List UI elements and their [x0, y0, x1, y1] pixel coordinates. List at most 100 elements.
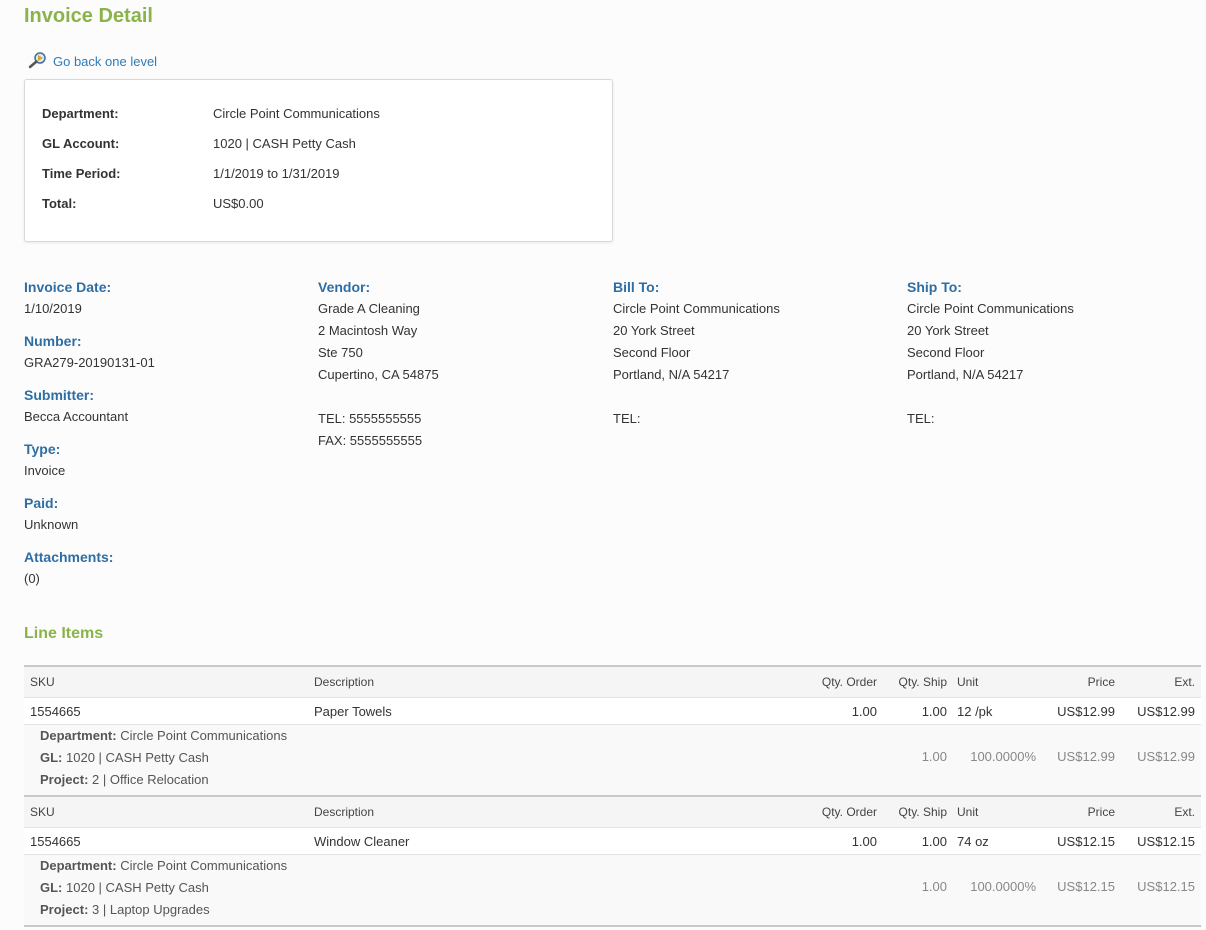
type-label: Type: [24, 441, 61, 457]
alloc-qty: 1.00 [921, 879, 947, 894]
ship-to-label: Ship To: [907, 279, 962, 295]
line-items-title: Line Items [24, 625, 104, 642]
alloc-percent: 100.0000% [970, 879, 1036, 894]
go-back-link[interactable]: Go back one level [28, 51, 157, 72]
header-sku: SKU [30, 805, 55, 819]
cell-qty-ship: 1.00 [921, 833, 947, 849]
table-header: SKU Description Qty. Order Qty. Ship Uni… [24, 795, 1201, 827]
cell-qty-ship: 1.00 [921, 703, 947, 719]
bill-to-address-line: Portland, N/A 54217 [613, 367, 730, 382]
alloc-label: Project: [40, 772, 89, 787]
ship-to-address-line: Portland, N/A 54217 [907, 367, 1024, 382]
summary-label: Time Period: [42, 165, 121, 181]
alloc-value: 1020 | CASH Petty Cash [66, 880, 209, 895]
table-bottom-border [24, 925, 1201, 927]
summary-value: 1020 | CASH Petty Cash [213, 135, 356, 151]
vendor-address-line: 2 Macintosh Way [318, 323, 418, 338]
vendor-info: Vendor: Grade A Cleaning 2 Macintosh Way… [318, 276, 598, 452]
paid-label: Paid: [24, 495, 59, 511]
header-qty-order: Qty. Order [821, 675, 877, 689]
cell-unit: 74 oz [957, 833, 989, 849]
alloc-value: Circle Point Communications [120, 728, 288, 743]
allocation-detail: Department: Circle Point Communications … [24, 724, 1201, 795]
cell-qty-order: 1.00 [851, 833, 877, 849]
type-value: Invoice [24, 463, 66, 478]
alloc-project: Project: 2 | Office Relocation [40, 772, 209, 787]
alloc-qty: 1.00 [921, 749, 947, 764]
summary-row-department: Department: Circle Point Communications [42, 103, 380, 123]
vendor-fax: FAX: 5555555555 [318, 433, 423, 448]
summary-value: US$0.00 [213, 195, 264, 211]
bill-to-tel: TEL: [613, 411, 641, 426]
alloc-label: Department: [40, 728, 117, 743]
alloc-ext: US$12.99 [1137, 749, 1195, 764]
ship-to-address-line: 20 York Street [907, 323, 989, 338]
summary-label: Department: [42, 105, 119, 121]
header-description: Description [314, 675, 375, 689]
ship-to-info: Ship To: Circle Point Communications 20 … [907, 276, 1187, 430]
bill-to-name: Circle Point Communications [613, 301, 780, 316]
summary-value: Circle Point Communications [213, 105, 380, 121]
header-description: Description [314, 805, 375, 819]
cell-unit: 12 /pk [957, 703, 993, 719]
allocation-detail: Department: Circle Point Communications … [24, 854, 1201, 925]
summary-row-time-period: Time Period: 1/1/2019 to 1/31/2019 [42, 163, 340, 183]
ship-to-name: Circle Point Communications [907, 301, 1074, 316]
invoice-date-value: 1/10/2019 [24, 301, 82, 316]
alloc-price: US$12.15 [1057, 879, 1115, 894]
attachments-label: Attachments: [24, 549, 114, 565]
line-items-table: SKU Description Qty. Order Qty. Ship Uni… [24, 665, 1201, 927]
cell-qty-order: 1.00 [851, 703, 877, 719]
cell-description: Paper Towels [314, 703, 392, 719]
alloc-value: 1020 | CASH Petty Cash [66, 750, 209, 765]
cell-price: US$12.99 [1057, 703, 1115, 719]
ship-to-address-line: Second Floor [907, 345, 985, 360]
alloc-project: Project: 3 | Laptop Upgrades [40, 902, 210, 917]
number-label: Number: [24, 333, 82, 349]
alloc-department: Department: Circle Point Communications [40, 728, 287, 743]
summary-row-gl-account: GL Account: 1020 | CASH Petty Cash [42, 133, 356, 153]
alloc-value: Circle Point Communications [120, 858, 288, 873]
header-unit: Unit [957, 675, 979, 689]
bill-to-label: Bill To: [613, 279, 660, 295]
cell-description: Window Cleaner [314, 833, 410, 849]
summary-box: Department: Circle Point Communications … [24, 79, 613, 242]
header-ext: Ext. [1174, 675, 1195, 689]
vendor-label: Vendor: [318, 279, 371, 295]
number-value: GRA279-20190131-01 [24, 355, 155, 370]
cell-price: US$12.15 [1057, 833, 1115, 849]
header-unit: Unit [957, 805, 979, 819]
vendor-address-line: Ste 750 [318, 345, 363, 360]
alloc-label: GL: [40, 750, 63, 765]
page-title: Invoice Detail [24, 5, 153, 27]
header-qty-ship: Qty. Ship [898, 805, 947, 819]
alloc-gl: GL: 1020 | CASH Petty Cash [40, 750, 209, 765]
header-price: Price [1087, 675, 1115, 689]
alloc-value: 3 | Laptop Upgrades [92, 902, 210, 917]
table-row: 1554665 Window Cleaner 1.00 1.00 74 oz U… [24, 827, 1201, 854]
cell-sku: 1554665 [30, 703, 81, 719]
table-row: 1554665 Paper Towels 1.00 1.00 12 /pk US… [24, 697, 1201, 724]
alloc-price: US$12.99 [1057, 749, 1115, 764]
cell-ext: US$12.99 [1137, 703, 1195, 719]
paid-value: Unknown [24, 517, 79, 532]
header-ext: Ext. [1174, 805, 1195, 819]
submitter-value: Becca Accountant [24, 409, 129, 424]
header-price: Price [1087, 805, 1115, 819]
bill-to-info: Bill To: Circle Point Communications 20 … [613, 276, 893, 430]
header-sku: SKU [30, 675, 55, 689]
alloc-label: Department: [40, 858, 117, 873]
summary-label: Total: [42, 195, 77, 211]
summary-row-total: Total: US$0.00 [42, 193, 264, 213]
header-qty-ship: Qty. Ship [898, 675, 947, 689]
go-back-label[interactable]: Go back one level [53, 54, 157, 69]
alloc-gl: GL: 1020 | CASH Petty Cash [40, 880, 209, 895]
alloc-label: Project: [40, 902, 89, 917]
attachments-value[interactable]: (0) [24, 568, 304, 590]
vendor-tel: TEL: 5555555555 [318, 411, 422, 426]
header-qty-order: Qty. Order [821, 805, 877, 819]
alloc-department: Department: Circle Point Communications [40, 858, 287, 873]
bill-to-address-line: 20 York Street [613, 323, 695, 338]
vendor-address-line: Cupertino, CA 54875 [318, 367, 439, 382]
alloc-label: GL: [40, 880, 63, 895]
